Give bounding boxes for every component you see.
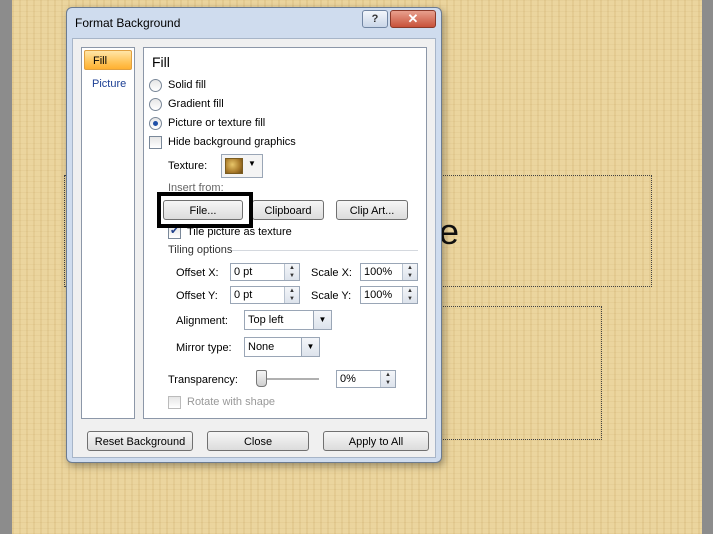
- mirror-type-select[interactable]: None ▼: [244, 337, 320, 357]
- texture-dropdown[interactable]: ▼: [221, 154, 263, 178]
- help-icon: ?: [371, 13, 379, 25]
- chevron-down-icon[interactable]: ▼: [313, 311, 331, 329]
- category-nav: Fill Picture: [81, 47, 135, 419]
- offset-x-label: Offset X:: [176, 267, 219, 279]
- mirror-type-label: Mirror type:: [176, 342, 232, 354]
- texture-label: Texture:: [168, 160, 208, 172]
- close-icon: ✕: [407, 11, 419, 26]
- offset-y-value: 0 pt: [234, 289, 253, 301]
- transparency-slider-thumb[interactable]: [256, 370, 267, 387]
- dialog-title: Format Background: [75, 16, 181, 30]
- file-button-highlight: [157, 192, 253, 228]
- spin-arrows-icon[interactable]: ▲ ▼: [380, 371, 395, 387]
- texture-swatch-icon: [225, 158, 243, 174]
- gradient-fill-label: Gradient fill: [168, 98, 224, 110]
- spin-arrows-icon[interactable]: ▲ ▼: [402, 264, 417, 280]
- scale-y-stepper[interactable]: 100% ▲ ▼: [360, 286, 418, 304]
- transparency-value: 0%: [340, 373, 356, 385]
- alignment-value: Top left: [248, 314, 284, 326]
- dialog-titlebar[interactable]: Format Background ? ✕: [67, 8, 441, 36]
- scale-x-label: Scale X:: [311, 267, 352, 279]
- alignment-label: Alignment:: [176, 315, 228, 327]
- scale-x-stepper[interactable]: 100% ▲ ▼: [360, 263, 418, 281]
- rotate-with-shape-label: Rotate with shape: [187, 396, 276, 408]
- offset-y-stepper[interactable]: 0 pt ▲ ▼: [230, 286, 300, 304]
- transparency-label: Transparency:: [168, 374, 238, 386]
- gradient-fill-radio[interactable]: [149, 98, 162, 111]
- alignment-select[interactable]: Top left ▼: [244, 310, 332, 330]
- solid-fill-radio[interactable]: [149, 79, 162, 92]
- scale-x-value: 100%: [364, 266, 393, 278]
- chevron-down-icon: ▼: [248, 159, 256, 168]
- solid-fill-label: Solid fill: [168, 79, 206, 91]
- offset-y-label: Offset Y:: [176, 290, 218, 302]
- picture-texture-fill-label: Picture or texture fill: [168, 117, 266, 129]
- dialog-client: Fill Picture Fill Reset Background Close…: [72, 38, 436, 458]
- close-button[interactable]: Close: [207, 431, 309, 451]
- panel-title: Fill: [152, 54, 170, 70]
- close-window-button[interactable]: ✕: [390, 10, 436, 28]
- reset-background-button[interactable]: Reset Background: [87, 431, 193, 451]
- picture-texture-fill-radio[interactable]: [149, 117, 162, 130]
- offset-x-value: 0 pt: [234, 266, 253, 278]
- chevron-down-icon[interactable]: ▼: [301, 338, 319, 356]
- clip-art-button[interactable]: Clip Art...: [336, 200, 408, 220]
- apply-to-all-button[interactable]: Apply to All: [323, 431, 429, 451]
- scale-y-value: 100%: [364, 289, 393, 301]
- offset-x-stepper[interactable]: 0 pt ▲ ▼: [230, 263, 300, 281]
- hide-background-graphics-label: Hide background graphics: [168, 136, 296, 148]
- spin-arrows-icon[interactable]: ▲ ▼: [284, 287, 299, 303]
- rotate-with-shape-checkbox[interactable]: [168, 396, 181, 409]
- spin-arrows-icon[interactable]: ▲ ▼: [402, 287, 417, 303]
- tiling-separator: [232, 250, 418, 251]
- mirror-type-value: None: [248, 341, 275, 353]
- nav-item-fill[interactable]: Fill: [84, 50, 132, 70]
- tiling-options-label: Tiling options: [168, 244, 233, 256]
- help-button[interactable]: ?: [362, 10, 388, 28]
- hide-background-graphics-checkbox[interactable]: [149, 136, 162, 149]
- scale-y-label: Scale Y:: [311, 290, 352, 302]
- clipboard-button[interactable]: Clipboard: [252, 200, 324, 220]
- nav-item-picture[interactable]: Picture: [84, 74, 132, 94]
- transparency-stepper[interactable]: 0% ▲ ▼: [336, 370, 396, 388]
- spin-arrows-icon[interactable]: ▲ ▼: [284, 264, 299, 280]
